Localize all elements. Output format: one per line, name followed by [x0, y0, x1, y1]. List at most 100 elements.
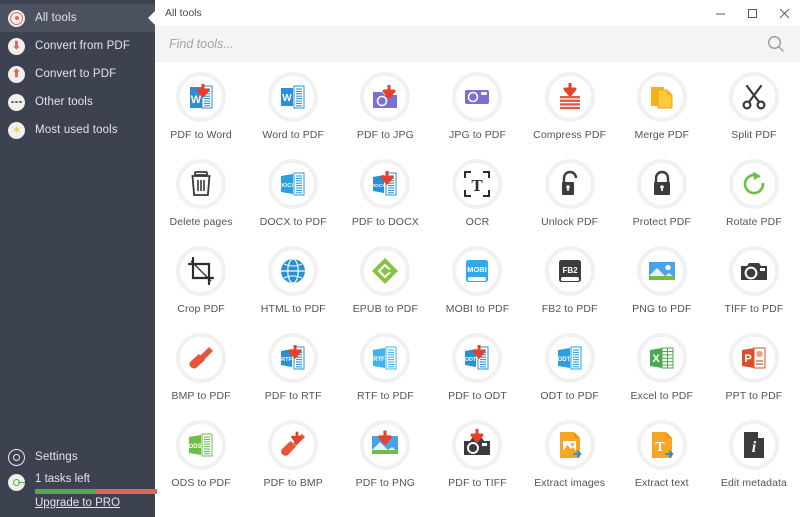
tool-card[interactable]: FB2 FB2 to PDF	[524, 240, 616, 327]
tool-label: PDF to TIFF	[448, 477, 507, 489]
search-icon[interactable]	[766, 34, 786, 54]
target-icon	[8, 9, 25, 27]
tools-grid-container: W PDF to Word W Word to PDF PDF to JPG JPG to…	[155, 62, 800, 517]
tool-card[interactable]: ODT ODT to PDF	[524, 327, 616, 414]
tool-card[interactable]: Merge PDF	[616, 66, 708, 153]
tool-card[interactable]: JPG to PDF	[431, 66, 523, 153]
title-bar: All tools	[155, 0, 800, 26]
tool-card[interactable]: PDF to TIFF	[431, 414, 523, 501]
edit-metadata-icon: i	[728, 420, 779, 470]
tool-card[interactable]: T OCR	[431, 153, 523, 240]
merge-pdf-icon	[636, 72, 687, 122]
tool-card[interactable]: DOCX DOCX to PDF	[247, 153, 339, 240]
sidebar-item-all-tools[interactable]: All tools	[0, 4, 156, 32]
crop-icon	[176, 246, 227, 296]
tool-label: Extract text	[634, 477, 689, 489]
tool-card[interactable]: PNG to PDF	[616, 240, 708, 327]
sidebar-item-label: Convert from PDF	[35, 40, 131, 52]
svg-text:MOBI: MOBI	[468, 265, 488, 274]
window-controls	[704, 0, 800, 26]
tool-card[interactable]: HTML to PDF	[247, 240, 339, 327]
minimize-button[interactable]	[704, 0, 736, 26]
tool-card[interactable]: Split PDF	[708, 66, 800, 153]
svg-text:FB2: FB2	[562, 266, 578, 275]
tool-card[interactable]: i Edit metadata	[708, 414, 800, 501]
tasks-progress-bar	[35, 489, 157, 494]
main-panel: All tools Find tools... W PDF to Word W …	[155, 0, 800, 517]
ods-icon: ODS	[176, 420, 227, 470]
extract-images-icon	[544, 420, 595, 470]
tool-card[interactable]: Unlock PDF	[524, 153, 616, 240]
tool-card[interactable]: P PPT to PDF	[708, 327, 800, 414]
tool-card[interactable]: Delete pages	[155, 153, 247, 240]
tool-card[interactable]: BMP to PDF	[155, 327, 247, 414]
tool-label: Extract images	[534, 477, 606, 489]
tool-card[interactable]: MOBI MOBI to PDF	[431, 240, 523, 327]
star-icon: ✶	[8, 121, 25, 139]
close-button[interactable]	[768, 0, 800, 26]
tool-card[interactable]: TIFF to PDF	[708, 240, 800, 327]
rotate-icon	[728, 159, 779, 209]
tool-card[interactable]: W PDF to Word	[155, 66, 247, 153]
sidebar-item-label: Other tools	[35, 96, 93, 108]
tool-label: FB2 to PDF	[541, 303, 598, 315]
tool-card[interactable]: W Word to PDF	[247, 66, 339, 153]
tool-card[interactable]: PDF to JPG	[339, 66, 431, 153]
tool-card[interactable]: RTF RTF to PDF	[339, 327, 431, 414]
tool-label: Word to PDF	[262, 129, 324, 141]
tool-label: PDF to RTF	[264, 390, 322, 402]
camera-icon	[728, 246, 779, 296]
svg-text:W: W	[282, 93, 292, 104]
sidebar-item-settings[interactable]: Settings	[0, 444, 155, 470]
tool-card[interactable]: Rotate PDF	[708, 153, 800, 240]
tool-card[interactable]: Crop PDF	[155, 240, 247, 327]
compress-pdf-icon	[544, 72, 595, 122]
sidebar-item-other-tools[interactable]: Other tools	[0, 88, 155, 116]
sidebar-item-convert-from-pdf[interactable]: ⬇ Convert from PDF	[0, 32, 155, 60]
progress-remaining	[96, 489, 157, 494]
tasks-status: 1 tasks left Upgrade to PRO	[0, 472, 157, 509]
window-title: All tools	[165, 7, 202, 19]
tool-card[interactable]: ODT PDF to ODT	[431, 327, 523, 414]
tool-card[interactable]: Extract images	[524, 414, 616, 501]
unlock-icon	[544, 159, 595, 209]
tool-card[interactable]: ODS ODS to PDF	[155, 414, 247, 501]
tool-card[interactable]: T Extract text	[616, 414, 708, 501]
svg-text:X: X	[652, 353, 660, 365]
tool-card[interactable]: Protect PDF	[616, 153, 708, 240]
maximize-button[interactable]	[736, 0, 768, 26]
tools-grid: W PDF to Word W Word to PDF PDF to JPG JPG to…	[155, 66, 800, 501]
upgrade-to-pro-link[interactable]: Upgrade to PRO	[35, 497, 157, 509]
tool-label: DOCX to PDF	[259, 216, 327, 228]
tool-card[interactable]: X Excel to PDF	[616, 327, 708, 414]
pdf-to-jpg-icon	[360, 72, 411, 122]
pdf-to-rtf-icon: RTF	[268, 333, 319, 383]
tasks-text-group: 1 tasks left Upgrade to PRO	[35, 472, 157, 509]
svg-text:ODT: ODT	[557, 357, 570, 363]
gear-icon	[8, 448, 25, 466]
sidebar-item-most-used-tools[interactable]: ✶ Most used tools	[0, 116, 155, 144]
tool-card[interactable]: PDF to PNG	[339, 414, 431, 501]
tool-card[interactable]: PDF to BMP	[247, 414, 339, 501]
tool-card[interactable]: RTF PDF to RTF	[247, 327, 339, 414]
excel-icon: X	[636, 333, 687, 383]
tool-card[interactable]: EPUB to PDF	[339, 240, 431, 327]
tool-label: PDF to JPG	[356, 129, 414, 141]
tool-label: Delete pages	[169, 216, 233, 228]
tool-label: Excel to PDF	[630, 390, 693, 402]
sidebar-item-convert-to-pdf[interactable]: ⬆ Convert to PDF	[0, 60, 155, 88]
sidebar-item-label: All tools	[35, 12, 77, 24]
search-bar	[155, 26, 800, 62]
word-to-pdf-icon: W	[268, 72, 319, 122]
tool-label: EPUB to PDF	[352, 303, 418, 315]
tool-label: Rotate PDF	[725, 216, 782, 228]
extract-text-icon: T	[636, 420, 687, 470]
tool-label: Unlock PDF	[541, 216, 599, 228]
docx-to-pdf-icon: DOCX	[268, 159, 319, 209]
progress-used	[35, 489, 96, 494]
tool-card[interactable]: Compress PDF	[524, 66, 616, 153]
tool-label: Edit metadata	[720, 477, 787, 489]
tool-card[interactable]: DOCX PDF to DOCX	[339, 153, 431, 240]
search-input[interactable]	[169, 36, 766, 51]
odt-to-pdf-icon: ODT	[544, 333, 595, 383]
